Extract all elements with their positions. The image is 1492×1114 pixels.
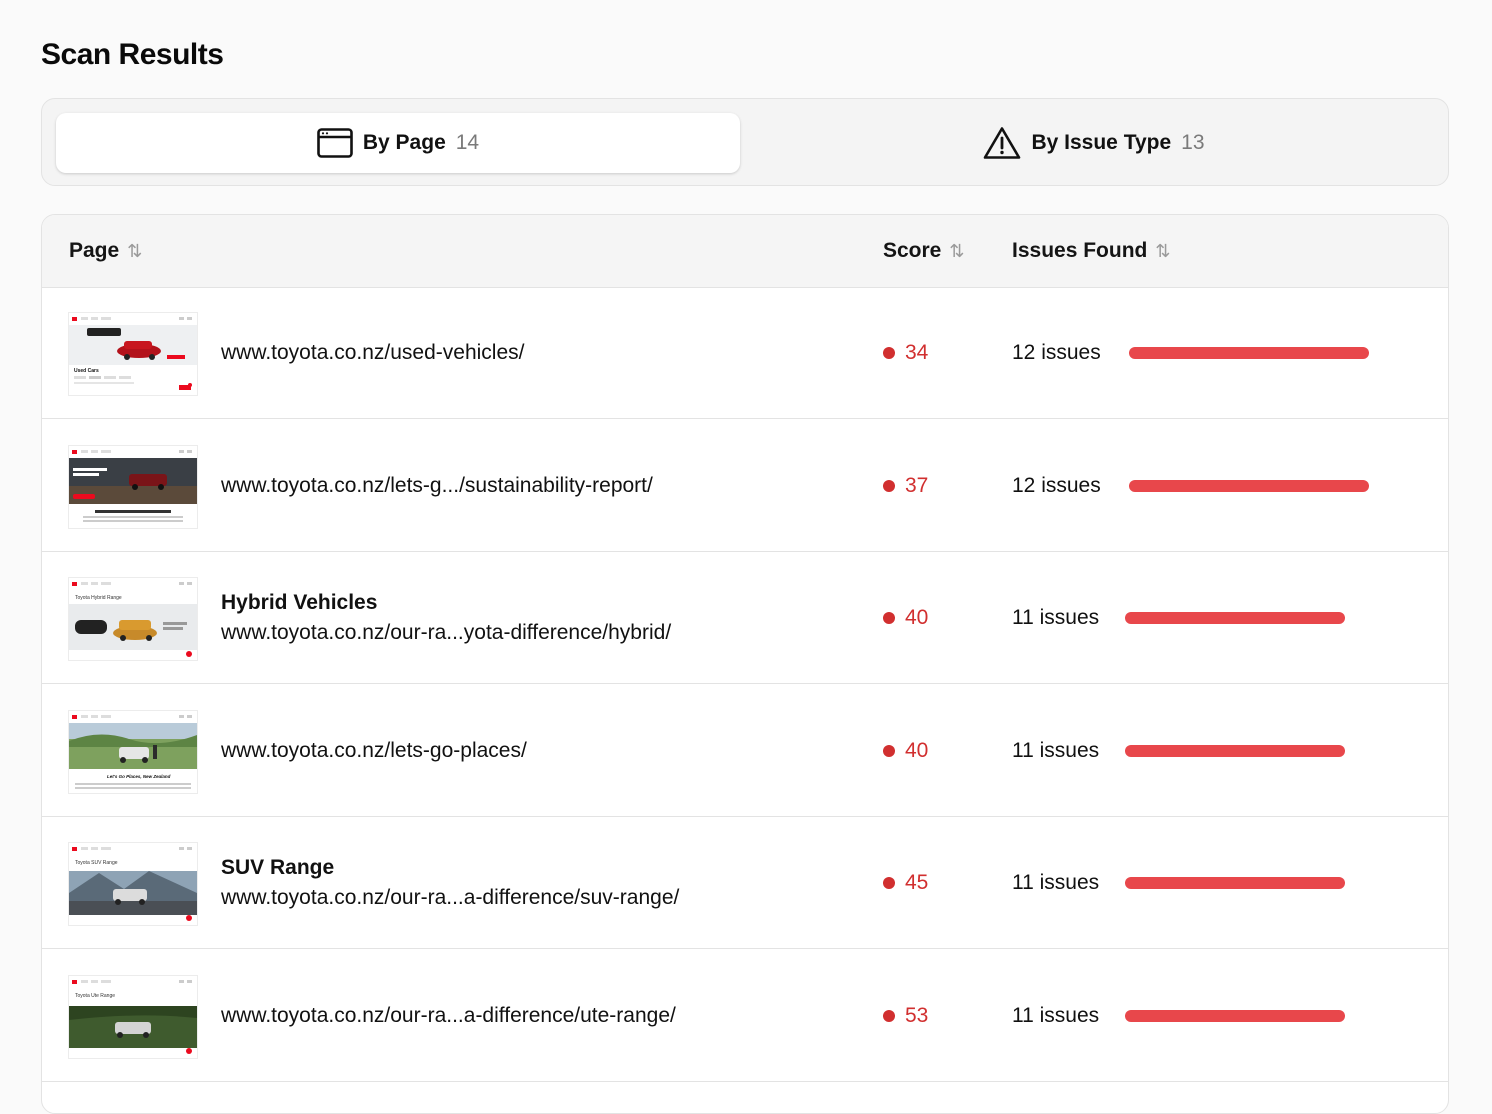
- svg-text:Toyota SUV Range: Toyota SUV Range: [75, 860, 118, 866]
- score-cell: 34: [883, 287, 928, 419]
- browser-window-icon: [317, 128, 353, 158]
- issues-bar: [1129, 479, 1369, 492]
- page-title: Scan Results: [41, 38, 224, 71]
- table-row[interactable]: Toyota Hybrid Range Hybrid Vehicles www.to…: [42, 552, 1448, 684]
- page-name: SUV Range: [221, 856, 335, 879]
- issues-bar: [1125, 1009, 1345, 1022]
- score-cell: 53: [883, 950, 928, 1082]
- sort-icon: ⇅: [949, 240, 965, 261]
- tab-by-issue-type[interactable]: By Issue Type 13: [752, 113, 1436, 173]
- tab-by-page-count: 14: [455, 131, 480, 154]
- table-row[interactable]: Toyota SUV Range SUV Range www.toyota.co.n…: [42, 817, 1448, 949]
- page-thumbnail: Toyota SUV Range: [68, 842, 198, 926]
- table-row[interactable]: Toyota Ute Range www.toyota.co.nz/our-ra.…: [42, 950, 1448, 1082]
- table-row[interactable]: Used Cars www.toyota.co.nz/used-vehicles/…: [42, 287, 1448, 419]
- issues-count: 11 issues: [1012, 606, 1100, 629]
- tab-by-issue-type-count: 13: [1181, 131, 1205, 154]
- column-header-page[interactable]: Page ⇅: [69, 215, 142, 287]
- issues-bar: [1125, 744, 1345, 757]
- page-cell: www.toyota.co.nz/our-ra...a-difference/u…: [221, 950, 676, 1082]
- issues-bar: [1125, 877, 1345, 889]
- issues-count: 11 issues: [1012, 1003, 1100, 1027]
- score-value: 34: [905, 341, 929, 364]
- score-status-dot: [883, 612, 895, 624]
- score-status-dot: [883, 877, 895, 889]
- sort-icon: ⇅: [1155, 240, 1171, 261]
- score-cell: 40: [883, 685, 928, 817]
- issues-bar: [1129, 347, 1369, 359]
- table-header: Page ⇅ Score ⇅ Issues Found ⇅: [42, 215, 1448, 288]
- warning-triangle-icon: [983, 126, 1021, 160]
- page-cell: www.toyota.co.nz/used-vehicles/: [221, 287, 524, 419]
- page-url[interactable]: www.toyota.co.nz/lets-go-places/: [221, 739, 527, 763]
- score-cell: 45: [883, 817, 928, 949]
- tab-by-page[interactable]: By Page 14: [56, 113, 740, 173]
- score-value: 40: [905, 606, 929, 629]
- issues-count: 11 issues: [1012, 738, 1100, 762]
- page-thumbnail: Toyota Ute Range: [68, 974, 198, 1059]
- page-cell: www.toyota.co.nz/lets-g.../sustainabilit…: [221, 420, 653, 552]
- svg-text:Let's Go Places, New Zealand: Let's Go Places, New Zealand: [107, 774, 171, 779]
- score-value: 40: [905, 738, 929, 762]
- score-value: 45: [905, 871, 929, 894]
- page-cell: Hybrid Vehicles www.toyota.co.nz/our-ra..…: [221, 552, 671, 684]
- page-cell: SUV Range www.toyota.co.nz/our-ra...a-dif…: [221, 817, 679, 949]
- issues-count: 12 issues: [1012, 341, 1101, 364]
- page-name: Hybrid Vehicles: [221, 591, 378, 614]
- issues-bar: [1125, 612, 1345, 624]
- score-status-dot: [883, 1009, 895, 1022]
- page-thumbnail: Used Cars: [68, 312, 198, 396]
- page-url[interactable]: www.toyota.co.nz/lets-g.../sustainabilit…: [221, 474, 653, 498]
- sort-icon: ⇅: [127, 240, 143, 261]
- score-value: 53: [905, 1003, 929, 1027]
- column-header-score-label: Score: [883, 239, 942, 262]
- tab-by-issue-type-label: By Issue Type: [1031, 131, 1172, 154]
- page-url[interactable]: www.toyota.co.nz/our-ra...a-difference/u…: [221, 1004, 676, 1028]
- score-cell: 40: [883, 552, 928, 684]
- svg-text:Toyota Ute Range: Toyota Ute Range: [75, 993, 115, 999]
- tab-by-page-label: By Page: [362, 131, 446, 154]
- score-status-dot: [883, 744, 895, 757]
- view-tabs: By Page 14 By Issue Type 13: [41, 98, 1449, 186]
- column-header-page-label: Page: [69, 239, 120, 262]
- column-header-issues-found[interactable]: Issues Found ⇅: [1012, 215, 1170, 287]
- table-row[interactable]: www.toyota.co.nz/lets-g.../sustainabilit…: [42, 420, 1448, 552]
- results-table: Page ⇅ Score ⇅ Issues Found ⇅ Used Cars w…: [41, 214, 1449, 1114]
- score-value: 37: [905, 473, 929, 497]
- issues-count: 11 issues: [1012, 871, 1100, 894]
- page-thumbnail: Let's Go Places, New Zealand: [68, 709, 198, 794]
- page-url[interactable]: www.toyota.co.nz/our-ra...a-difference/s…: [221, 886, 679, 910]
- score-cell: 37: [883, 420, 928, 552]
- page-cell: www.toyota.co.nz/lets-go-places/: [221, 685, 527, 817]
- page-url[interactable]: www.toyota.co.nz/used-vehicles/: [221, 341, 524, 365]
- svg-text:Toyota Hybrid Range: Toyota Hybrid Range: [75, 595, 122, 601]
- score-status-dot: [883, 347, 895, 359]
- column-header-issues-label: Issues Found: [1012, 239, 1148, 262]
- issues-count: 12 issues: [1012, 473, 1101, 497]
- score-status-dot: [883, 479, 895, 492]
- svg-text:Used Cars: Used Cars: [74, 368, 99, 374]
- page-thumbnail: [68, 444, 198, 529]
- page-thumbnail: Toyota Hybrid Range: [68, 577, 198, 661]
- table-row[interactable]: Let's Go Places, New Zealand www.toyota.c…: [42, 685, 1448, 817]
- column-header-score[interactable]: Score ⇅: [883, 215, 964, 287]
- page-url[interactable]: www.toyota.co.nz/our-ra...yota-differenc…: [221, 621, 671, 645]
